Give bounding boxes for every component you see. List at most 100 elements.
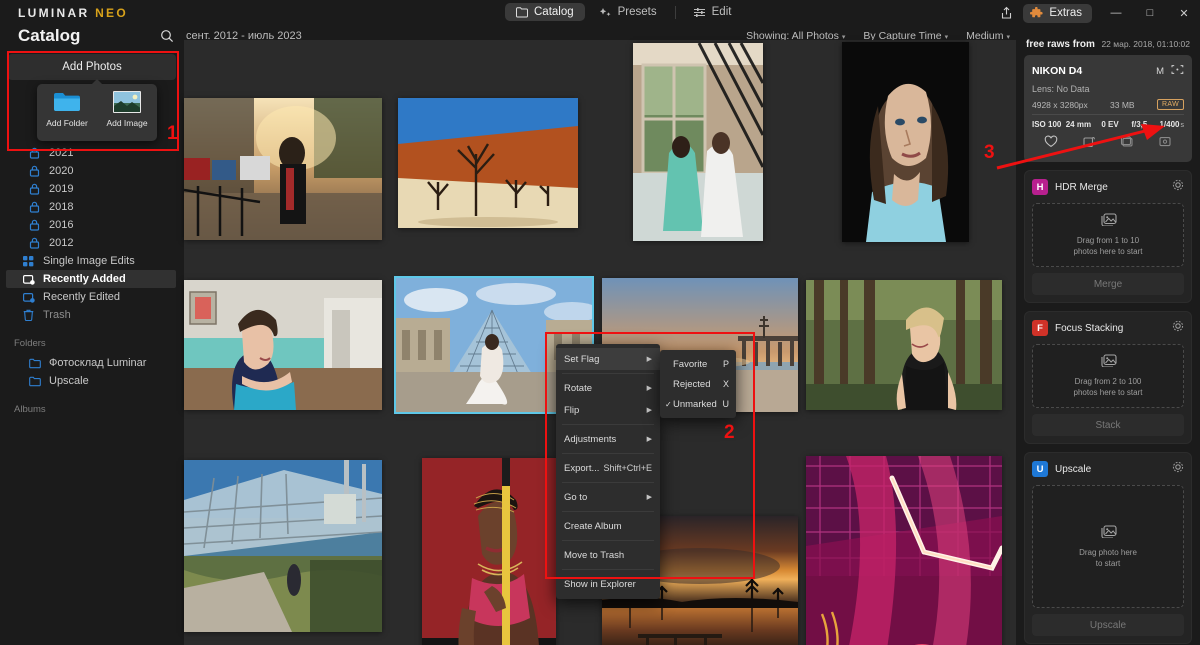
sidebar-item-2016[interactable]: 2016 [0,216,184,234]
file-header: free raws from sign 22 мар. 2018, 01:10:… [1024,36,1192,55]
photo-stack-icon [1100,353,1117,372]
right-panel: free raws from sign 22 мар. 2018, 01:10:… [1016,36,1200,645]
focus-point-icon[interactable] [1171,62,1184,80]
photo-thumbnail-woman-red-background-pole[interactable] [422,458,556,645]
submenu-item-unmarked[interactable]: ✓ Unmarked U [660,394,736,414]
window-close-button[interactable]: ✕ [1168,0,1200,26]
sidebar-section-folders: Folders [14,338,46,349]
sidebar-item-2021[interactable]: 2021 [0,144,184,162]
sidebar-item-2020[interactable]: 2020 [0,162,184,180]
sidebar-item-recently-edited[interactable]: Recently Edited [0,288,184,306]
exif-row: ISO 100 24 mm 0 EV f/3,5 1/400 s [1032,120,1184,129]
quick-actions-row [1032,131,1184,157]
grid-cell[interactable] [806,280,1002,410]
sidebar-nav: 2021 2020 2019 2018 2016 2012 Single Ima… [0,144,184,420]
submenu-item-rejected[interactable]: Rejected X [660,374,736,394]
tab-catalog[interactable]: Catalog [505,3,585,21]
window-minimize-button[interactable]: — [1100,0,1132,26]
sidebar-item-2019[interactable]: 2019 [0,180,184,198]
add-photos-button[interactable]: Add Photos [8,54,176,80]
photo-thumbnail-wedding-bride-window[interactable] [633,43,763,241]
extension-title: Upscale [1055,463,1092,475]
hdr-merge-dropzone[interactable]: Drag from 1 to 10 photos here to start [1032,203,1184,267]
extension-hdr-merge: H HDR Merge Drag from 1 to 10 photos her… [1024,170,1192,303]
annotation-number-1: 1 [167,123,178,144]
set-flag-submenu: Favorite P Rejected X ✓ Unmarked U [660,350,736,418]
menu-item-create-album[interactable]: Create Album [556,515,660,537]
photo-thumbnail-desert-dead-trees[interactable] [398,98,578,228]
image-thumb-icon [113,91,141,113]
menu-item-go-to[interactable]: Go to ▶ [556,486,660,508]
sidebar-item-trash[interactable]: Trash [0,306,184,324]
grid-cell[interactable] [398,98,578,228]
hdr-merge-drop-text: Drag from 1 to 10 photos here to start [1074,236,1143,258]
sidebar-label: Recently Edited [43,291,121,303]
tab-presets[interactable]: Presets [589,3,668,21]
grid-cell[interactable] [633,43,763,241]
focus-stacking-dropzone[interactable]: Drag from 2 to 100 photos here to start [1032,344,1184,408]
grid-cell[interactable] [842,42,969,242]
sidebar-folder-fotosklad[interactable]: Фотосклад Luminar [0,354,184,372]
dimensions-row: 4928 x 3280px 33 MB RAW [1032,99,1184,115]
gear-icon[interactable] [1172,178,1184,196]
tab-edit[interactable]: Edit [683,3,743,21]
window-controls-group: Extras — □ ✕ [991,0,1200,26]
tab-catalog-label: Catalog [534,6,574,18]
submenu-item-favorite[interactable]: Favorite P [660,354,736,374]
menu-item-move-to-trash[interactable]: Move to Trash [556,544,660,566]
sliders-icon [693,7,706,18]
upscale-button[interactable]: Upscale [1032,614,1184,636]
menu-label: Show in Explorer [564,578,636,590]
upscale-dropzone[interactable]: Drag photo here to start [1032,485,1184,608]
focal-length-value: 24 mm [1065,120,1092,129]
photo-thumbnail-neon-magenta-abstract[interactable] [806,456,1002,645]
photo-thumbnail-street-portrait-sunset[interactable] [184,98,382,240]
menu-item-rotate[interactable]: Rotate ▶ [556,377,660,399]
share-icon[interactable] [991,0,1021,26]
menu-item-adjustments[interactable]: Adjustments ▶ [556,428,660,450]
rotate-icon[interactable] [1082,135,1096,153]
grid-cell[interactable] [806,456,1002,645]
upscale-drop-text: Drag photo here to start [1079,548,1137,570]
sidebar-item-2018[interactable]: 2018 [0,198,184,216]
grid-cell[interactable] [184,98,382,240]
add-folder-option[interactable]: Add Folder [41,91,93,128]
extras-button[interactable]: Extras [1023,3,1092,23]
grid-cell[interactable] [184,280,382,410]
gear-icon[interactable] [1172,319,1184,337]
flip-horizontal-icon[interactable] [1120,135,1134,153]
photo-thumbnail-woman-pine-forest[interactable] [806,280,1002,410]
add-image-option[interactable]: Add Image [101,91,153,128]
gear-icon[interactable] [1172,460,1184,478]
window-maximize-button[interactable]: □ [1134,0,1166,26]
photo-thumbnail-dark-portrait-blue-top[interactable] [842,42,969,242]
photo-thumbnail-glass-walkway-greenhouse[interactable] [184,460,382,632]
file-size-label: 33 MB [1110,99,1135,110]
drop-text-line1: Drag from 1 to 10 [1076,236,1140,246]
photo-grid: Set Flag ▶ Rotate ▶ Flip ▶ Adjustments ▶… [184,40,1016,645]
flip-vertical-icon[interactable] [1158,135,1172,153]
sidebar-item-2012[interactable]: 2012 [0,234,184,252]
grid-cell[interactable] [184,460,382,632]
app-logo: LUMINAR NEO [18,6,128,20]
grid-cell[interactable] [422,458,556,645]
sidebar-folder-upscale[interactable]: Upscale [0,372,184,390]
menu-item-show-in-explorer[interactable]: Show in Explorer [556,573,660,595]
sidebar-label: 2016 [49,219,74,231]
menu-item-flip[interactable]: Flip ▶ [556,399,660,421]
sidebar-item-single-image-edits[interactable]: Single Image Edits [0,252,184,270]
photo-thumbnail-corridor-portrait-teal[interactable] [184,280,382,410]
menu-item-set-flag[interactable]: Set Flag ▶ [556,348,660,370]
submenu-shortcut: U [722,399,730,409]
submenu-label: Unmarked [673,398,717,410]
sidebar-item-recently-added[interactable]: Recently Added [6,270,176,288]
menu-label: Export... [564,462,600,474]
lock-icon [28,237,41,250]
stack-button[interactable]: Stack [1032,414,1184,436]
merge-button[interactable]: Merge [1032,273,1184,295]
heart-icon[interactable] [1044,135,1058,153]
extras-label: Extras [1049,7,1082,19]
drop-text-line2: photos here to start [1073,388,1143,397]
drop-text-line2: photos here to start [1073,247,1143,256]
menu-item-export[interactable]: Export... Shift+Ctrl+E [556,457,660,479]
